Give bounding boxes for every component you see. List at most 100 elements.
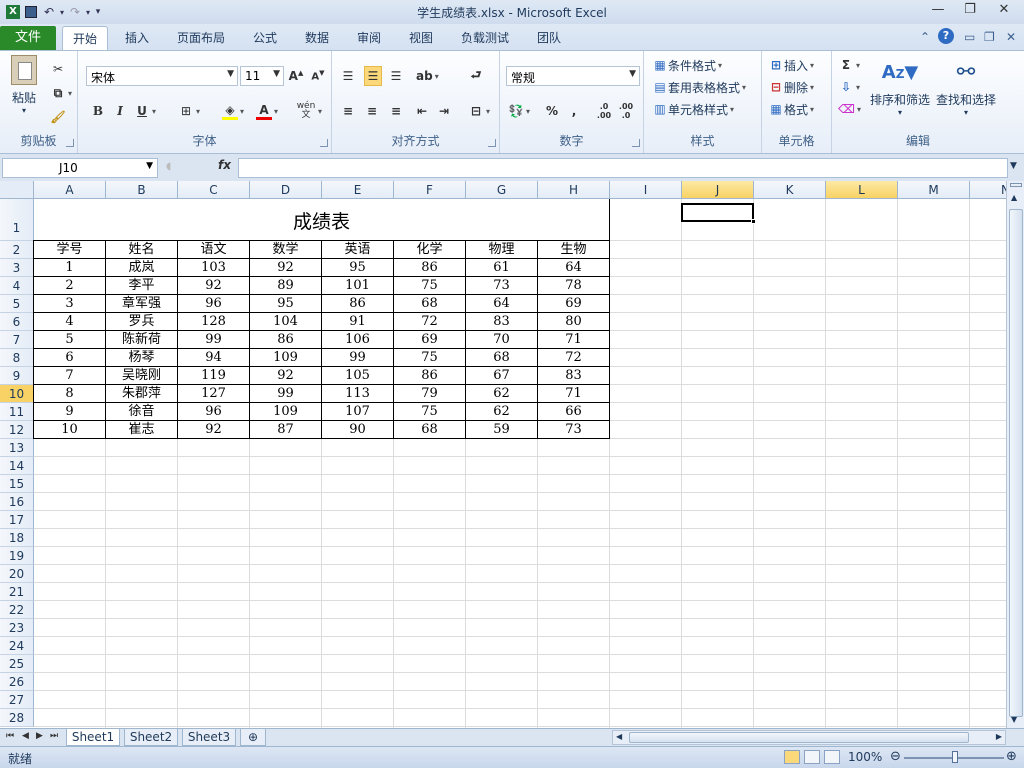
data-cell[interactable]: 62 [466,403,538,421]
clipboard-launcher-icon[interactable] [66,139,74,147]
data-cell[interactable]: 109 [250,349,322,367]
data-cell[interactable]: 68 [394,421,466,439]
percent-button[interactable]: % [544,101,560,121]
data-cell[interactable]: 109 [250,403,322,421]
column-header-d[interactable]: D [250,181,322,199]
row-header-1[interactable]: 1 [0,199,34,241]
data-cell[interactable]: 69 [394,331,466,349]
row-header-28[interactable]: 28 [0,709,34,727]
wrap-text-button[interactable]: ⮐ [468,66,484,86]
data-cell[interactable]: 72 [394,313,466,331]
data-cell[interactable]: 6 [34,349,106,367]
column-header-e[interactable]: E [322,181,394,199]
split-handle-icon[interactable] [1010,183,1022,187]
align-top-button[interactable]: ☰ [340,66,356,86]
data-cell[interactable]: 99 [322,349,394,367]
data-cell[interactable]: 陈新荷 [106,331,178,349]
underline-button[interactable]: U ▾ [134,101,156,121]
page-break-view-button[interactable] [824,750,840,764]
data-cell[interactable]: 113 [322,385,394,403]
row-header-22[interactable]: 22 [0,601,34,619]
fill-button[interactable]: ⇩ ▾ [838,77,860,97]
data-cell[interactable]: 91 [322,313,394,331]
row-header-3[interactable]: 3 [0,259,34,277]
header-cell[interactable]: 语文 [178,241,250,259]
vertical-scroll-thumb[interactable] [1009,209,1023,717]
horizontal-scrollbar[interactable]: ◀ ▶ [612,730,1006,745]
format-cells-button[interactable]: ▦ 格式 ▾ [768,99,814,119]
tab-formulas[interactable]: 公式 [244,26,286,50]
data-cell[interactable]: 83 [466,313,538,331]
data-cell[interactable]: 86 [394,259,466,277]
data-cell[interactable]: 105 [322,367,394,385]
data-cell[interactable]: 59 [466,421,538,439]
border-button[interactable]: ⊞ ▾ [178,101,200,121]
collapse-ribbon-icon[interactable]: ⌃ [920,30,930,44]
tab-view[interactable]: 视图 [400,26,442,50]
next-sheet-icon[interactable]: ▶ [36,731,43,741]
column-header-c[interactable]: C [178,181,250,199]
italic-button[interactable]: I [112,101,128,121]
row-header-23[interactable]: 23 [0,619,34,637]
header-cell[interactable]: 数学 [250,241,322,259]
insert-cells-button[interactable]: ⊞ 插入 ▾ [768,55,814,75]
data-cell[interactable]: 68 [466,349,538,367]
copy-button[interactable]: ⧉ ▾ [50,83,72,103]
data-cell[interactable]: 101 [322,277,394,295]
data-cell[interactable]: 朱郡萍 [106,385,178,403]
data-cell[interactable]: 8 [34,385,106,403]
data-cell[interactable]: 章军强 [106,295,178,313]
data-cell[interactable]: 杨琴 [106,349,178,367]
vertical-scrollbar[interactable]: ▲ ▼ [1006,181,1024,728]
data-cell[interactable]: 78 [538,277,610,295]
data-cell[interactable]: 92 [250,259,322,277]
data-cell[interactable]: 104 [250,313,322,331]
header-cell[interactable]: 生物 [538,241,610,259]
data-cell[interactable]: 99 [250,385,322,403]
row-header-14[interactable]: 14 [0,457,34,475]
header-cell[interactable]: 物理 [466,241,538,259]
data-cell[interactable]: 107 [322,403,394,421]
row-header-25[interactable]: 25 [0,655,34,673]
data-cell[interactable]: 71 [538,385,610,403]
sheet-tab-sheet1[interactable]: Sheet1 [66,729,120,746]
row-header-7[interactable]: 7 [0,331,34,349]
data-cell[interactable]: 119 [178,367,250,385]
tab-team[interactable]: 团队 [528,26,570,50]
column-header-b[interactable]: B [106,181,178,199]
data-cell[interactable]: 99 [178,331,250,349]
data-cell[interactable]: 5 [34,331,106,349]
find-select-button[interactable]: ⚯ 查找和选择 ▾ [934,55,998,117]
sheet-tab-sheet2[interactable]: Sheet2 [124,729,178,746]
scroll-up-icon[interactable]: ▲ [1011,193,1017,202]
restore-button[interactable]: ❐ [956,2,984,20]
data-cell[interactable]: 68 [394,295,466,313]
paste-button[interactable]: 粘贴 ▾ [4,55,44,115]
increase-decimal-button[interactable]: .0.00 [596,101,612,121]
row-header-5[interactable]: 5 [0,295,34,313]
data-cell[interactable]: 1 [34,259,106,277]
orientation-button[interactable]: ab ▾ [416,66,439,86]
grow-font-button[interactable]: A▲ [288,66,304,86]
doc-close-icon[interactable]: ✕ [1006,30,1016,44]
bold-button[interactable]: B [90,101,106,121]
table-title-cell[interactable]: 成绩表 [34,199,610,241]
row-header-11[interactable]: 11 [0,403,34,421]
sheet-tab-sheet3[interactable]: Sheet3 [182,729,236,746]
column-header-h[interactable]: H [538,181,610,199]
column-header-a[interactable]: A [34,181,106,199]
data-cell[interactable]: 70 [466,331,538,349]
data-cell[interactable]: 92 [178,277,250,295]
data-cell[interactable]: 95 [250,295,322,313]
tab-file[interactable]: 文件 [0,26,56,50]
data-cell[interactable]: 127 [178,385,250,403]
column-header-l[interactable]: L [826,181,898,199]
data-cell[interactable]: 96 [178,295,250,313]
align-bottom-button[interactable]: ☰ [388,66,404,86]
merge-center-button[interactable]: ⊟ ▾ [468,101,490,121]
name-box[interactable]: J10 ▼ [2,158,158,178]
row-header-13[interactable]: 13 [0,439,34,457]
doc-restore-icon[interactable]: ❐ [984,30,995,44]
last-sheet-icon[interactable]: ⏭ [50,731,58,741]
data-cell[interactable]: 73 [466,277,538,295]
